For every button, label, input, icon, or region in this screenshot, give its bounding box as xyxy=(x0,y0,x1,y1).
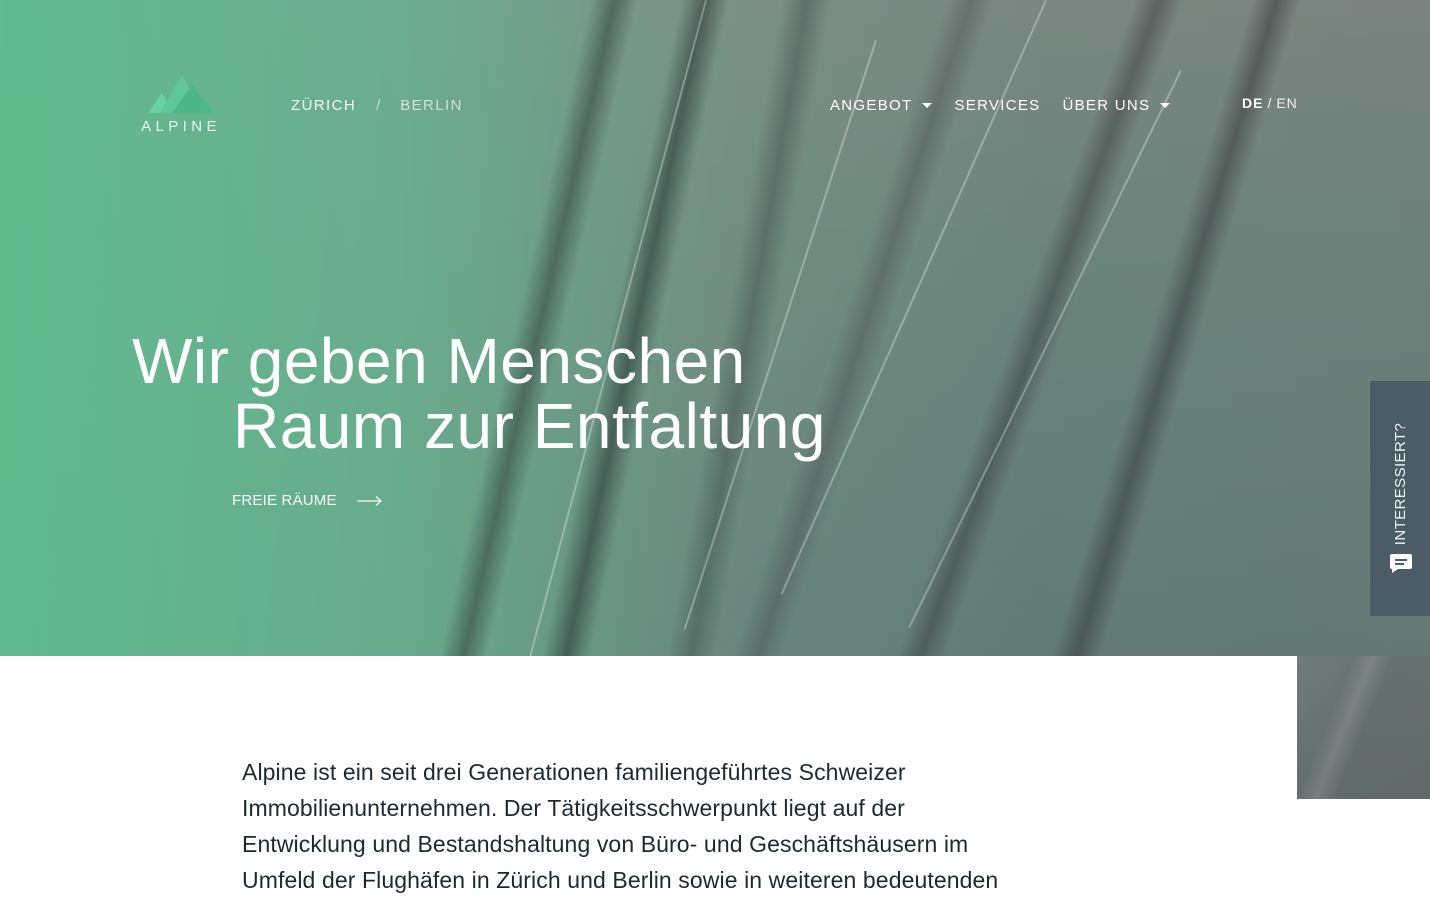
chevron-down-icon xyxy=(1160,103,1171,108)
city-switcher: ZÜRICH / BERLIN xyxy=(291,94,463,116)
brand-wordmark: ALPINE xyxy=(141,118,221,135)
nav-item-label: ANGEBOT xyxy=(830,96,913,114)
interest-side-panel[interactable]: INTERESSIERT? xyxy=(1370,381,1430,616)
arrow-right-icon xyxy=(356,495,382,506)
mountain-logo-icon xyxy=(148,75,214,113)
nav-item-services[interactable]: SERVICES xyxy=(954,97,1040,114)
city-separator: / xyxy=(376,96,381,114)
language-switcher: DE / EN xyxy=(1242,94,1298,112)
language-separator: / xyxy=(1267,95,1273,111)
hero-section: ALPINE ZÜRICH / BERLIN ANGEBOT SERVICES … xyxy=(0,0,1430,656)
free-spaces-label: FREIE RÄUME xyxy=(232,492,337,509)
hero-headline-line-1: Wir geben Menschen xyxy=(132,324,746,397)
page: ALPINE ZÜRICH / BERLIN ANGEBOT SERVICES … xyxy=(0,0,1430,904)
city-link-zurich[interactable]: ZÜRICH xyxy=(291,97,356,114)
language-en[interactable]: EN xyxy=(1276,95,1297,111)
facade-highlight xyxy=(780,0,1047,595)
intro-line: Alpine ist ein seit drei Generationen fa… xyxy=(242,759,906,785)
hero-headline-line-2: Raum zur Entfaltung xyxy=(233,389,826,462)
nav-item-angebot[interactable]: ANGEBOT xyxy=(830,96,933,114)
city-link-berlin[interactable]: BERLIN xyxy=(400,97,463,114)
facade-highlight xyxy=(908,70,1182,629)
chevron-down-icon xyxy=(922,103,933,108)
main-navigation: ANGEBOT SERVICES ÜBER UNS xyxy=(830,94,1171,116)
intro-line: Entwicklung und Bestandshaltung von Büro… xyxy=(242,831,969,857)
nav-item-label: ÜBER UNS xyxy=(1062,96,1151,114)
background-facade-strip xyxy=(1297,656,1430,799)
intro-line: Immobilienunternehmen. Der Tätigkeitssch… xyxy=(242,795,905,821)
hero-headline: Wir geben Menschen Raum zur Entfaltung xyxy=(132,324,892,462)
nav-item-ueber-uns[interactable]: ÜBER UNS xyxy=(1062,96,1171,114)
nav-item-label: SERVICES xyxy=(954,96,1041,114)
language-de[interactable]: DE xyxy=(1242,95,1263,111)
intro-line: Umfeld der Flughäfen in Zürich und Berli… xyxy=(242,867,999,893)
intro-section: Alpine ist ein seit drei Generationen fa… xyxy=(242,754,1052,898)
chat-icon xyxy=(1390,554,1412,573)
brand-logo[interactable]: ALPINE xyxy=(132,75,230,137)
free-spaces-link[interactable]: FREIE RÄUME xyxy=(232,492,383,509)
interest-label: INTERESSIERT? xyxy=(1391,422,1409,546)
